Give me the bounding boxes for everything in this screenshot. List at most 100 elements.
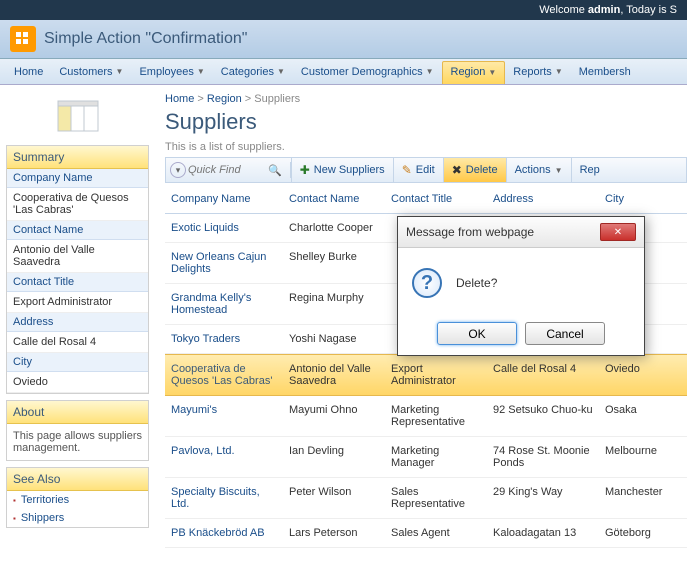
close-icon[interactable]: ✕ (600, 223, 636, 241)
breadcrumb: Home > Region > Suppliers (165, 91, 687, 107)
cell: Lars Peterson (283, 519, 385, 547)
menu-item-reports[interactable]: Reports▼ (505, 59, 570, 84)
cell: 92 Setsuko Chuo-ku (487, 396, 599, 436)
menu-label: Categories (221, 66, 274, 78)
menu-label: Home (14, 66, 43, 78)
dialog-footer: OK Cancel (398, 312, 644, 355)
about-title: About (7, 401, 148, 424)
about-panel: About This page allows suppliers managem… (6, 400, 149, 461)
col-header[interactable]: Address (487, 185, 599, 213)
grid-header: Company NameContact NameContact TitleAdd… (165, 185, 687, 214)
title-bar: Simple Action "Confirmation" (0, 20, 687, 59)
cell: Tokyo Traders (165, 325, 283, 353)
cell: Antonio del Valle Saavedra (283, 355, 385, 395)
summary-field-value: Cooperativa de Quesos 'Las Cabras' (7, 188, 148, 221)
table-row[interactable]: Pavlova, Ltd.Ian DevlingMarketing Manage… (165, 437, 687, 478)
folder-icon (54, 95, 102, 135)
table-row[interactable]: Specialty Biscuits, Ltd.Peter WilsonSale… (165, 478, 687, 519)
cell: Marketing Representative (385, 396, 487, 436)
cell: Kaloadagatan 13 (487, 519, 599, 547)
cell: Marketing Manager (385, 437, 487, 477)
menu-label: Customer Demographics (301, 66, 423, 78)
page-desc: This is a list of suppliers. (165, 141, 687, 153)
actions-button[interactable]: Actions ▼ (506, 158, 571, 182)
summary-field-value: Antonio del Valle Saavedra (7, 240, 148, 273)
cell: Export Administrator (385, 355, 487, 395)
menu-item-home[interactable]: Home (6, 59, 51, 84)
dialog-title: Message from webpage (406, 225, 534, 239)
summary-field-label[interactable]: Contact Title (7, 273, 148, 292)
col-header[interactable]: Company Name (165, 185, 283, 213)
new-button[interactable]: ✚ New Suppliers (291, 158, 393, 182)
cell: Mayumi Ohno (283, 396, 385, 436)
dialog-body: ? Delete? (398, 248, 644, 312)
crumb-home[interactable]: Home (165, 93, 194, 105)
menu-item-customers[interactable]: Customers▼ (51, 59, 131, 84)
new-label: New Suppliers (314, 164, 385, 176)
cell: Pavlova, Ltd. (165, 437, 283, 477)
search-icon[interactable]: 🔍 (264, 164, 286, 177)
seealso-panel: See Also TerritoriesShippers (6, 467, 149, 528)
cell: Grandma Kelly's Homestead (165, 284, 283, 324)
welcome-user: admin (588, 4, 620, 16)
col-header[interactable]: Contact Title (385, 185, 487, 213)
chevron-down-icon: ▼ (116, 67, 124, 76)
col-header[interactable]: City (599, 185, 679, 213)
col-header[interactable]: Contact Name (283, 185, 385, 213)
menu-label: Region (451, 66, 486, 78)
cell: Sales Agent (385, 519, 487, 547)
cell: PB Knäckebröd AB (165, 519, 283, 547)
menu-item-categories[interactable]: Categories▼ (213, 59, 293, 84)
confirm-dialog: Message from webpage ✕ ? Delete? OK Canc… (397, 216, 645, 356)
cell: Sales Representative (385, 478, 487, 518)
chevron-down-icon: ▼ (277, 67, 285, 76)
cell: Osaka (599, 396, 679, 436)
cell: Shelley Burke (283, 243, 385, 283)
chevron-down-icon: ▼ (426, 67, 434, 76)
ok-button[interactable]: OK (437, 322, 517, 345)
cancel-button[interactable]: Cancel (525, 322, 605, 345)
cell: Calle del Rosal 4 (487, 355, 599, 395)
menu-item-region[interactable]: Region▼ (442, 61, 506, 84)
summary-title: Summary (7, 146, 148, 169)
menubar: HomeCustomers▼Employees▼Categories▼Custo… (0, 59, 687, 85)
cell: Melbourne (599, 437, 679, 477)
seealso-title: See Also (7, 468, 148, 491)
summary-field-value: Export Administrator (7, 292, 148, 313)
welcome-post: , Today is S (620, 4, 677, 16)
edit-button[interactable]: ✎ Edit (393, 158, 443, 182)
table-row[interactable]: Mayumi'sMayumi OhnoMarketing Representat… (165, 396, 687, 437)
table-row[interactable]: Cooperativa de Quesos 'Las Cabras'Antoni… (165, 354, 687, 396)
menu-item-employees[interactable]: Employees▼ (131, 59, 212, 84)
quickfind-input[interactable] (188, 164, 264, 176)
menu-label: Reports (513, 66, 552, 78)
quickfind-dropdown-icon[interactable]: ▾ (170, 162, 186, 178)
cell: New Orleans Cajun Delights (165, 243, 283, 283)
cell: 74 Rose St. Moonie Ponds (487, 437, 599, 477)
report-button[interactable]: Rep (571, 158, 608, 182)
seealso-link[interactable]: Territories (7, 491, 148, 509)
seealso-link[interactable]: Shippers (7, 509, 148, 527)
menu-label: Employees (139, 66, 193, 78)
app-logo-icon (10, 26, 36, 52)
summary-field-label[interactable]: City (7, 353, 148, 372)
page-title: Suppliers (165, 109, 687, 135)
summary-panel: Summary Company NameCooperativa de Queso… (6, 145, 149, 394)
sidebar: Summary Company NameCooperativa de Queso… (0, 85, 155, 554)
cell: Regina Murphy (283, 284, 385, 324)
delete-button[interactable]: ✖ Delete (443, 158, 506, 182)
summary-field-label[interactable]: Contact Name (7, 221, 148, 240)
toolbar: ▾ 🔍 ✚ New Suppliers ✎ Edit ✖ Delete Acti… (165, 157, 687, 183)
cell: Oviedo (599, 355, 679, 395)
cell: Peter Wilson (283, 478, 385, 518)
table-row[interactable]: PB Knäckebröd ABLars PetersonSales Agent… (165, 519, 687, 548)
dialog-message: Delete? (456, 276, 497, 290)
summary-field-label[interactable]: Address (7, 313, 148, 332)
summary-field-label[interactable]: Company Name (7, 169, 148, 188)
menu-item-customer-demographics[interactable]: Customer Demographics▼ (293, 59, 442, 84)
crumb-current: Suppliers (254, 93, 300, 105)
edit-label: Edit (416, 164, 435, 176)
chevron-down-icon: ▼ (488, 68, 496, 77)
menu-item-membersh[interactable]: Membersh (571, 59, 639, 84)
crumb-region[interactable]: Region (207, 93, 242, 105)
